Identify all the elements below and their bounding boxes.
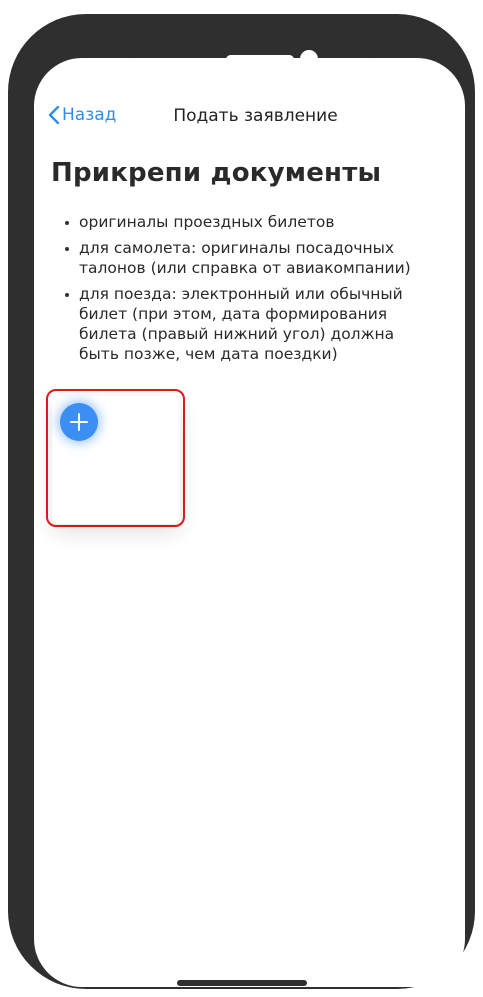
requirement-item: оригиналы проездных билетов xyxy=(65,212,425,232)
plus-icon xyxy=(70,413,88,431)
phone-frame: Назад Подать заявление Прикрепи документ… xyxy=(8,14,475,989)
page-title: Прикрепи документы xyxy=(51,158,382,188)
nav-title: Подать заявление xyxy=(173,106,338,126)
requirements-list: оригиналы проездных билетов для самолета… xyxy=(65,212,425,370)
home-indicator xyxy=(177,980,307,986)
requirement-item: для поезда: электронный или обычный биле… xyxy=(65,284,425,364)
add-document-button[interactable] xyxy=(60,403,98,441)
app-screen: Назад Подать заявление Прикрепи документ… xyxy=(34,58,465,987)
requirement-item: для самолета: оригиналы посадочных талон… xyxy=(65,238,425,278)
